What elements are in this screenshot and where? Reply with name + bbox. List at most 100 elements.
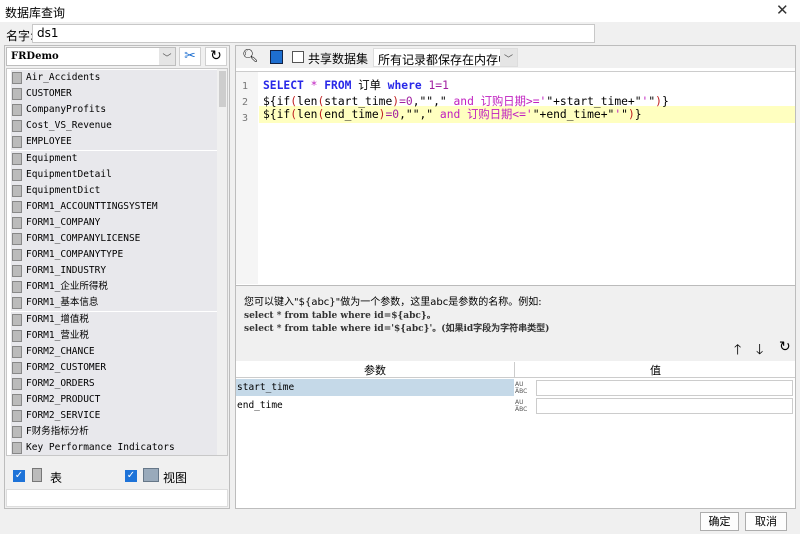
table-item[interactable]: FORM1_COMPANYLICENSE bbox=[11, 231, 221, 247]
scrollbar[interactable] bbox=[217, 69, 227, 455]
table-item[interactable]: FORM1_基本信息 bbox=[11, 295, 221, 312]
view-icon bbox=[143, 468, 159, 482]
window-title: 数据库查询 bbox=[5, 6, 66, 20]
table-icon bbox=[12, 200, 22, 213]
hint-example-1: select * from table where id=${abc}。 bbox=[244, 311, 436, 321]
type-icon[interactable]: A̲U ABC bbox=[515, 379, 535, 396]
move-up-icon[interactable]: 🡑 bbox=[734, 339, 741, 363]
table-name: FORM2_ORDERS bbox=[26, 377, 95, 389]
tables-label: 表 bbox=[50, 471, 63, 485]
table-icon bbox=[12, 88, 22, 101]
table-item[interactable]: FORM1_营业税 bbox=[11, 327, 221, 344]
table-name: Key Performance Indicators bbox=[26, 442, 175, 454]
cancel-button[interactable]: 取消 bbox=[745, 512, 787, 531]
table-name: EquipmentDetail bbox=[26, 168, 112, 180]
refresh-icon[interactable]: ↻ bbox=[205, 47, 227, 66]
filter-input[interactable] bbox=[6, 489, 228, 507]
table-item[interactable]: FORM2_ORDERS bbox=[11, 375, 221, 392]
table-name: FORM1_营业税 bbox=[26, 329, 89, 341]
table-item[interactable]: FORM2_PRODUCT bbox=[11, 392, 221, 408]
param-value-input[interactable] bbox=[536, 398, 793, 414]
table-name: FORM2_SERVICE bbox=[26, 410, 101, 422]
table-item[interactable]: Equipment bbox=[11, 150, 221, 167]
param-name[interactable]: end_time bbox=[236, 397, 514, 414]
table-item[interactable]: FORM2_CUSTOMER bbox=[11, 359, 221, 376]
tables-checkbox[interactable]: ✓ bbox=[13, 470, 25, 482]
table-name: F财务指标分析 bbox=[26, 426, 89, 438]
hint-text: 您可以键入"${abc}"做为一个参数，这里abc是参数的名称。例如: bbox=[244, 297, 542, 308]
table-item[interactable]: FORM1_增值税 bbox=[11, 311, 221, 328]
line-number: 1 bbox=[242, 81, 249, 92]
refresh-params-icon[interactable]: ↻ bbox=[779, 339, 791, 355]
table-icon bbox=[12, 72, 22, 84]
table-item[interactable]: F财务指标分析 bbox=[11, 424, 221, 441]
database-select[interactable]: FRDemo ﹀ bbox=[6, 47, 176, 66]
cache-mode-select[interactable]: 所有记录都保存在内存中 ﹀ bbox=[373, 48, 518, 67]
parameter-icon[interactable] bbox=[270, 50, 283, 64]
table-item[interactable]: CompanyProfits bbox=[11, 102, 221, 119]
param-value-input[interactable] bbox=[536, 380, 793, 396]
close-button[interactable]: ✕ bbox=[776, 1, 789, 19]
table-icon bbox=[12, 104, 22, 117]
table-item[interactable]: EquipmentDetail bbox=[11, 166, 221, 183]
database-name: FRDemo bbox=[11, 51, 59, 62]
type-icon[interactable]: A̲U ABC bbox=[515, 397, 535, 414]
table-item[interactable]: FORM1_INDUSTRY bbox=[11, 263, 221, 280]
table-icon bbox=[12, 410, 22, 423]
connection-settings-icon[interactable]: ✂ bbox=[179, 47, 201, 66]
chevron-down-icon[interactable]: ﹀ bbox=[159, 48, 175, 65]
share-checkbox[interactable] bbox=[292, 51, 304, 63]
cache-mode-value: 所有记录都保存在内存中 bbox=[378, 53, 511, 67]
table-icon bbox=[12, 281, 22, 294]
table-icon bbox=[12, 377, 22, 390]
param-name[interactable]: start_time bbox=[236, 379, 514, 396]
param-name-header: 参数 bbox=[236, 362, 515, 378]
code-line-1: SELECT * FROM 订单 where 1=1 bbox=[263, 79, 449, 92]
param-value-header: 值 bbox=[650, 364, 661, 377]
table-item[interactable]: FORM1_ACCOUNTTINGSYSTEM bbox=[11, 198, 221, 215]
table-item[interactable]: Cost_VS_Revenue bbox=[11, 118, 221, 135]
table-name: FORM1_COMPANY bbox=[26, 216, 101, 228]
table-item[interactable]: FORM2_CHANCE bbox=[11, 343, 221, 360]
table-item[interactable]: EMPLOYEE bbox=[11, 134, 221, 151]
table-icon bbox=[12, 442, 22, 455]
table-item[interactable]: FORM2_SERVICE bbox=[11, 408, 221, 425]
hint-example-2: select * from table where id='${abc}'。(如… bbox=[244, 324, 550, 334]
line-number: 3 bbox=[242, 113, 249, 124]
table-name: FORM1_基本信息 bbox=[26, 297, 99, 309]
scrollbar-thumb[interactable] bbox=[219, 71, 226, 107]
table-name: CUSTOMER bbox=[26, 88, 72, 100]
table-list: Air_Accidents CUSTOMER CompanyProfits Cost_… bbox=[6, 68, 228, 456]
table-name: FORM2_CUSTOMER bbox=[26, 361, 107, 373]
preview-icon[interactable]: 🔍︎ bbox=[242, 49, 259, 64]
name-input[interactable]: ds1 bbox=[32, 24, 595, 43]
param-row[interactable]: start_time A̲U ABC bbox=[236, 379, 795, 397]
table-item[interactable]: Air_Accidents bbox=[11, 70, 221, 86]
table-item[interactable]: EquipmentDict bbox=[11, 182, 221, 199]
table-icon bbox=[12, 168, 22, 181]
table-icon bbox=[12, 361, 22, 374]
table-name: EquipmentDict bbox=[26, 184, 101, 196]
ok-button[interactable]: 确定 bbox=[700, 512, 739, 531]
chevron-down-icon[interactable]: ﹀ bbox=[500, 49, 517, 66]
table-item[interactable]: Key Performance Indicators bbox=[11, 440, 221, 455]
views-checkbox[interactable]: ✓ bbox=[125, 470, 137, 482]
params-header: 参数 值 bbox=[236, 361, 795, 378]
table-icon bbox=[12, 345, 22, 358]
table-item[interactable]: FORM1_COMPANYTYPE bbox=[11, 247, 221, 264]
move-down-icon[interactable]: 🡓 bbox=[756, 339, 763, 363]
table-name: FORM2_PRODUCT bbox=[26, 394, 101, 405]
table-item[interactable]: FORM1_企业所得税 bbox=[11, 279, 221, 296]
title-bar bbox=[0, 0, 800, 22]
views-label: 视图 bbox=[163, 471, 188, 485]
table-icon bbox=[12, 394, 22, 406]
table-name: Cost_VS_Revenue bbox=[26, 120, 112, 132]
table-name: FORM1_增值税 bbox=[26, 313, 89, 325]
table-item[interactable]: FORM1_COMPANY bbox=[11, 214, 221, 231]
table-name: FORM1_企业所得税 bbox=[26, 281, 108, 293]
table-item[interactable]: CUSTOMER bbox=[11, 86, 221, 103]
table-name: FORM1_COMPANYLICENSE bbox=[26, 233, 141, 244]
code-line-3: ${if(len(end_time)=0,""," and 订购日期<='"+e… bbox=[263, 108, 642, 121]
param-row[interactable]: end_time A̲U ABC bbox=[236, 397, 795, 415]
table-icon bbox=[12, 216, 22, 229]
